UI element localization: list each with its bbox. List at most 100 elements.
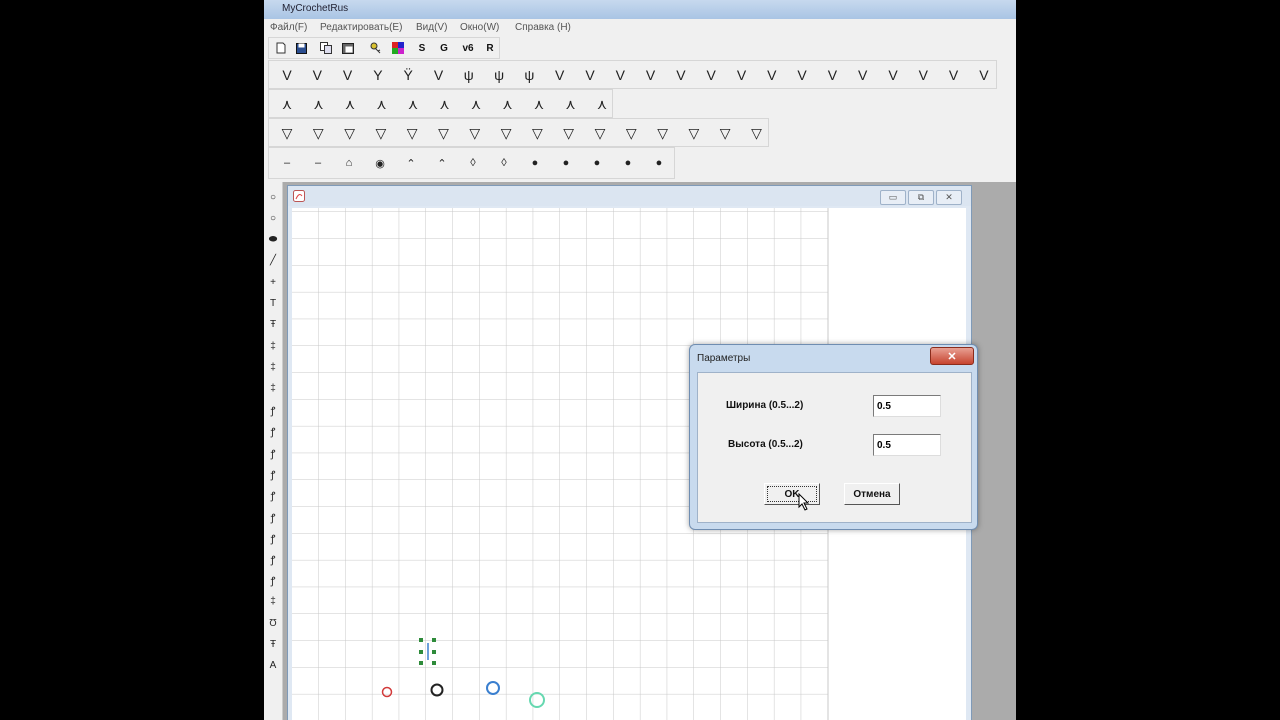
stitch-button-r3-9[interactable]: ▽ bbox=[525, 121, 549, 145]
close-document-button[interactable]: ✕ bbox=[936, 190, 962, 205]
stitch-button-r1-7[interactable]: ψ bbox=[457, 63, 481, 87]
stitch-button-r1-19[interactable]: V bbox=[820, 63, 844, 87]
left-tool-7[interactable]: Ŧ bbox=[264, 316, 282, 334]
stitch-button-r2-2[interactable]: ⋏ bbox=[307, 92, 331, 116]
stitch-button-r4-4[interactable]: ◉ bbox=[368, 151, 392, 175]
stitch-button-r2-3[interactable]: ⋏ bbox=[338, 92, 362, 116]
maximize-button[interactable]: ⧉ bbox=[908, 190, 934, 205]
stitch-button-r1-24[interactable]: V bbox=[972, 63, 996, 87]
stitch-button-r1-12[interactable]: V bbox=[608, 63, 632, 87]
left-tool-5[interactable]: + bbox=[264, 273, 282, 291]
stitch-button-r3-3[interactable]: ▽ bbox=[338, 121, 362, 145]
stitch-button-r1-5[interactable]: Ÿ bbox=[396, 63, 420, 87]
stitch-button-r3-4[interactable]: ▽ bbox=[369, 121, 393, 145]
stitch-button-r1-10[interactable]: V bbox=[548, 63, 572, 87]
paste-icon[interactable] bbox=[341, 41, 355, 55]
left-tool-2[interactable]: ○ bbox=[264, 209, 282, 227]
stitch-button-r4-8[interactable]: ◊ bbox=[492, 151, 516, 175]
left-tool-9[interactable]: ‡ bbox=[264, 358, 282, 376]
stitch-button-r3-5[interactable]: ▽ bbox=[400, 121, 424, 145]
stitch-button-r1-9[interactable]: ψ bbox=[517, 63, 541, 87]
toolbar-s-button[interactable]: S bbox=[415, 41, 429, 55]
stitch-button-r1-6[interactable]: V bbox=[427, 63, 451, 87]
stitch-button-r1-21[interactable]: V bbox=[881, 63, 905, 87]
stitch-button-r4-1[interactable]: – bbox=[275, 151, 299, 175]
menu-file[interactable]: Файл(F) bbox=[270, 22, 307, 33]
stitch-button-r1-14[interactable]: V bbox=[669, 63, 693, 87]
left-tool-21[interactable]: Ʊ bbox=[264, 614, 282, 632]
stitch-button-r1-8[interactable]: ψ bbox=[487, 63, 511, 87]
stitch-button-r2-1[interactable]: ⋏ bbox=[275, 92, 299, 116]
stitch-button-r3-2[interactable]: ▽ bbox=[306, 121, 330, 145]
stitch-button-r1-17[interactable]: V bbox=[760, 63, 784, 87]
stitch-button-r2-9[interactable]: ⋏ bbox=[527, 92, 551, 116]
copy-icon[interactable] bbox=[319, 41, 333, 55]
left-tool-6[interactable]: T bbox=[264, 295, 282, 313]
left-tool-13[interactable]: ꝭ bbox=[264, 444, 282, 462]
stitch-button-r1-15[interactable]: V bbox=[699, 63, 723, 87]
toolbar-v6-button[interactable]: v6 bbox=[459, 41, 477, 55]
stitch-button-r2-4[interactable]: ⋏ bbox=[370, 92, 394, 116]
stitch-button-r1-2[interactable]: V bbox=[305, 63, 329, 87]
stitch-button-r4-3[interactable]: ⌂ bbox=[337, 151, 361, 175]
stitch-button-r2-11[interactable]: ⋏ bbox=[590, 92, 614, 116]
height-input[interactable] bbox=[873, 434, 941, 456]
stitch-button-r2-8[interactable]: ⋏ bbox=[496, 92, 520, 116]
left-tool-1[interactable]: ○ bbox=[264, 188, 282, 206]
left-tool-15[interactable]: ꝭ bbox=[264, 486, 282, 504]
stitch-button-r4-6[interactable]: ⌃ bbox=[430, 151, 454, 175]
stitch-button-r1-23[interactable]: V bbox=[942, 63, 966, 87]
menu-help[interactable]: Справка (H) bbox=[515, 22, 571, 33]
menu-edit[interactable]: Редактировать(E) bbox=[320, 22, 402, 33]
stitch-button-r4-9[interactable]: ● bbox=[523, 151, 547, 175]
key-icon[interactable] bbox=[369, 41, 383, 55]
left-tool-17[interactable]: ꝭ bbox=[264, 529, 282, 547]
left-tool-4[interactable]: ╱ bbox=[264, 252, 282, 270]
left-tool-8[interactable]: ‡ bbox=[264, 337, 282, 355]
stitch-button-r1-22[interactable]: V bbox=[911, 63, 935, 87]
stitch-button-r4-5[interactable]: ⌃ bbox=[399, 151, 423, 175]
menu-window[interactable]: Окно(W) bbox=[460, 22, 499, 33]
stitch-button-r4-12[interactable]: ● bbox=[616, 151, 640, 175]
stitch-button-r3-8[interactable]: ▽ bbox=[494, 121, 518, 145]
stitch-button-r2-10[interactable]: ⋏ bbox=[559, 92, 583, 116]
left-tool-3[interactable]: ⬬ bbox=[264, 231, 282, 249]
dialog-close-button[interactable]: ✕ bbox=[930, 347, 974, 365]
left-tool-23[interactable]: A bbox=[264, 657, 282, 675]
stitch-button-r4-10[interactable]: ● bbox=[554, 151, 578, 175]
left-tool-22[interactable]: Ŧ bbox=[264, 635, 282, 653]
stitch-button-r2-6[interactable]: ⋏ bbox=[433, 92, 457, 116]
stitch-button-r1-13[interactable]: V bbox=[639, 63, 663, 87]
stitch-button-r4-13[interactable]: ● bbox=[647, 151, 671, 175]
stitch-button-r1-4[interactable]: Y bbox=[366, 63, 390, 87]
left-tool-10[interactable]: ‡ bbox=[264, 380, 282, 398]
left-tool-16[interactable]: ꝭ bbox=[264, 508, 282, 526]
stitch-button-r4-2[interactable]: – bbox=[306, 151, 330, 175]
new-file-icon[interactable] bbox=[274, 41, 288, 55]
left-tool-18[interactable]: ꝭ bbox=[264, 550, 282, 568]
stitch-button-r3-14[interactable]: ▽ bbox=[682, 121, 706, 145]
menu-view[interactable]: Вид(V) bbox=[416, 22, 447, 33]
stitch-button-r1-11[interactable]: V bbox=[578, 63, 602, 87]
stitch-button-r4-7[interactable]: ◊ bbox=[461, 151, 485, 175]
cancel-button[interactable]: Отмена bbox=[844, 483, 900, 505]
stitch-button-r1-18[interactable]: V bbox=[790, 63, 814, 87]
stitch-button-r3-15[interactable]: ▽ bbox=[713, 121, 737, 145]
stitch-button-r3-7[interactable]: ▽ bbox=[463, 121, 487, 145]
stitch-button-r3-12[interactable]: ▽ bbox=[619, 121, 643, 145]
stitch-button-r3-10[interactable]: ▽ bbox=[557, 121, 581, 145]
left-tool-20[interactable]: ‡ bbox=[264, 593, 282, 611]
toolbar-g-button[interactable]: G bbox=[437, 41, 451, 55]
palette-icon[interactable] bbox=[391, 41, 405, 55]
stitch-button-r2-5[interactable]: ⋏ bbox=[401, 92, 425, 116]
save-icon[interactable] bbox=[294, 41, 308, 55]
left-tool-12[interactable]: ꝭ bbox=[264, 422, 282, 440]
stitch-button-r1-16[interactable]: V bbox=[730, 63, 754, 87]
stitch-button-r3-13[interactable]: ▽ bbox=[651, 121, 675, 145]
stitch-button-r3-1[interactable]: ▽ bbox=[275, 121, 299, 145]
width-input[interactable] bbox=[873, 395, 941, 417]
stitch-button-r3-11[interactable]: ▽ bbox=[588, 121, 612, 145]
stitch-button-r4-11[interactable]: ● bbox=[585, 151, 609, 175]
stitch-button-r3-16[interactable]: ▽ bbox=[745, 121, 769, 145]
left-tool-11[interactable]: ꝭ bbox=[264, 401, 282, 419]
